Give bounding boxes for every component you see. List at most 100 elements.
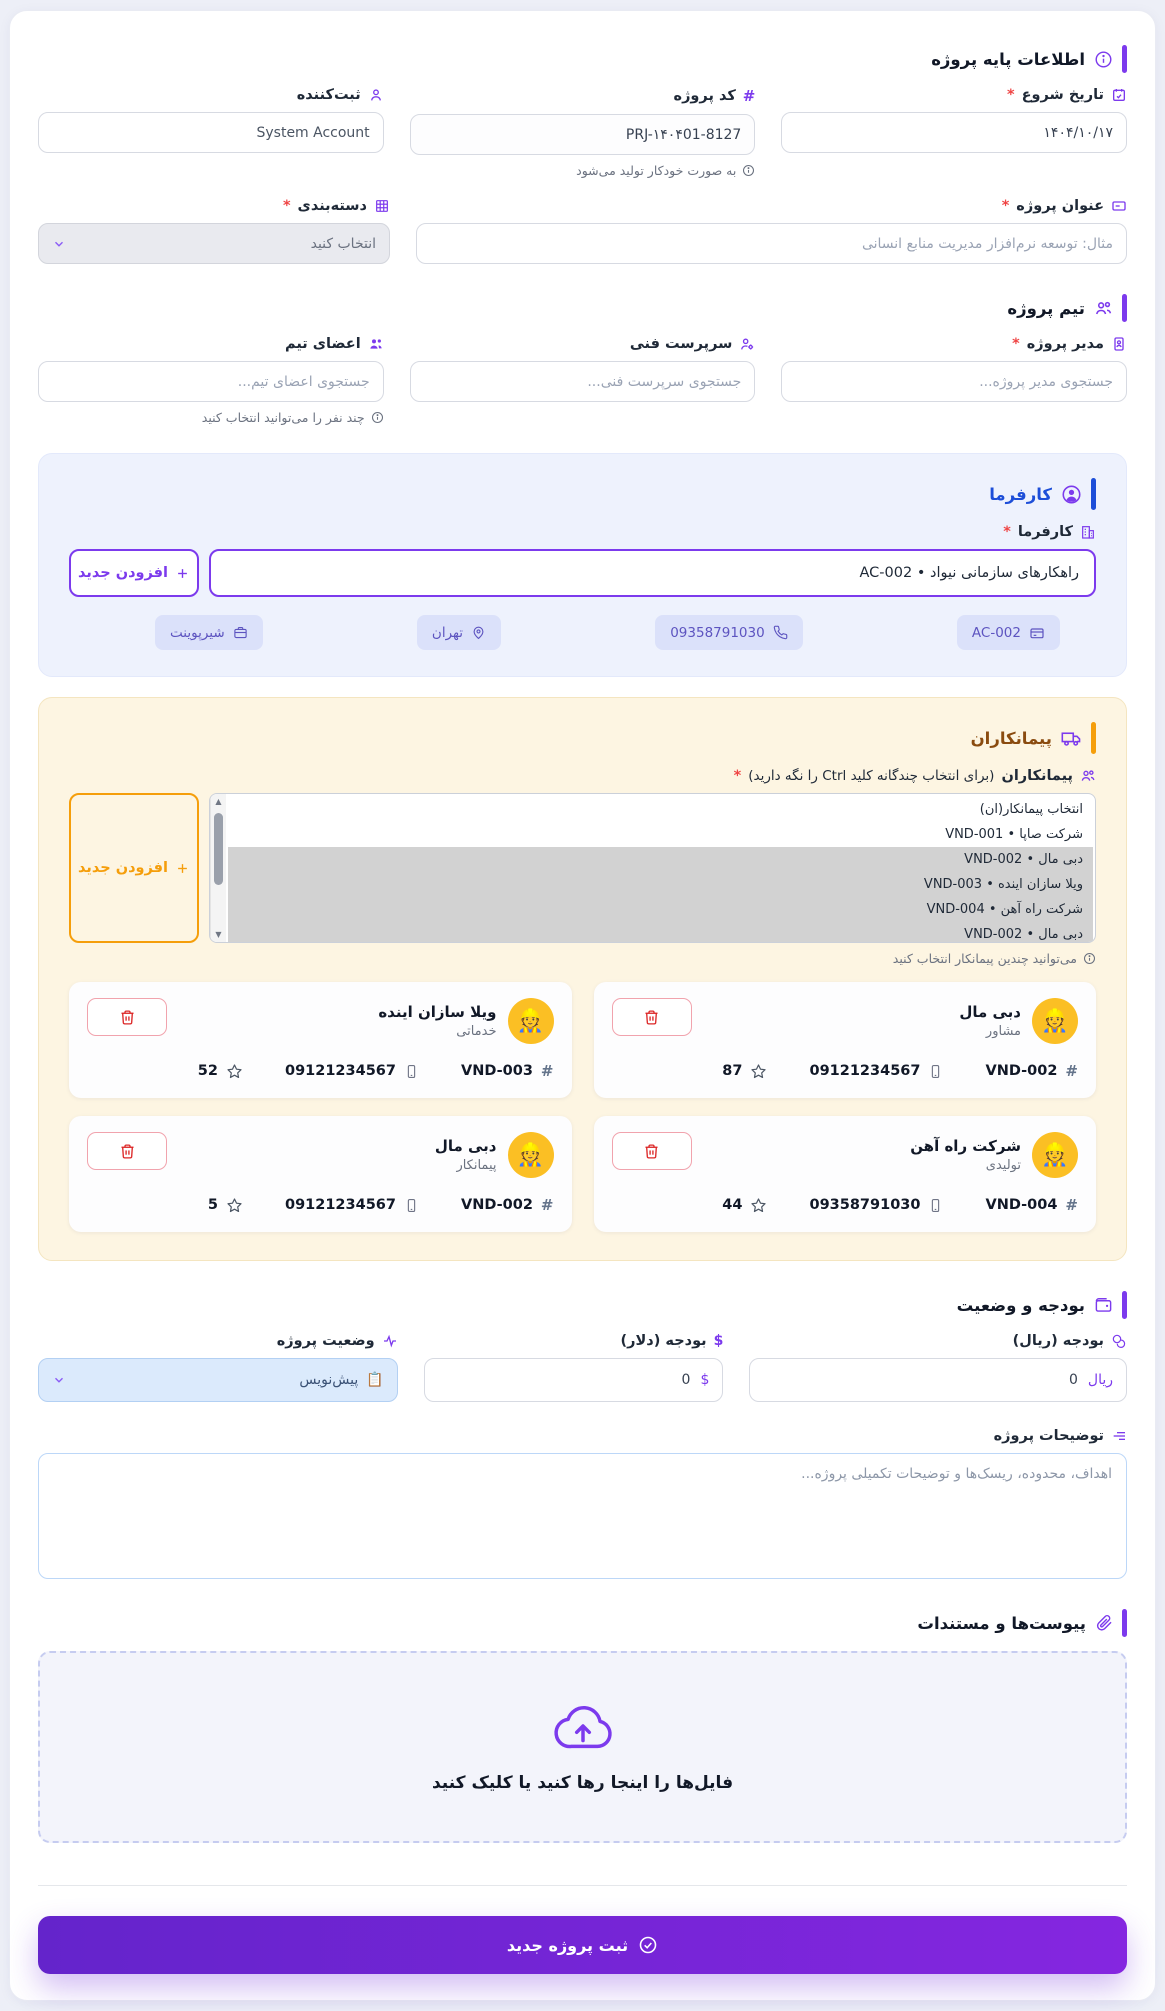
scroll-up-arrow[interactable]: ▲ [211,794,226,809]
project-manager-label: مدیر پروژه [1026,336,1104,352]
contractor-option[interactable]: انتخاب پیمانکار(ان) [228,797,1093,822]
mobile-icon [928,1064,943,1079]
tech-supervisor-label: سرپرست فنی [629,336,733,352]
section-basic-info: اطلاعات پایه پروژه [38,45,1127,73]
field-project-title: عنوان پروژه * [416,198,1127,264]
required-asterisk: * [1001,198,1010,214]
budget-rial-label: بودجه (ریال) [1012,1333,1104,1349]
grid-icon [374,198,390,214]
budget-rial-input[interactable]: ریال 0 [749,1358,1127,1402]
client-city-chip: تهران [416,615,501,650]
submit-project-button[interactable]: ثبت پروژه جدید [38,1916,1127,1974]
info-icon [742,164,755,177]
section-accent-bar [1122,1291,1127,1319]
field-project-code: # کد پروژه PRJ-۱۴۰۴01-8127 به صورت خودکا… [409,87,756,178]
hash-icon: # [1065,1062,1078,1080]
contractors-label: پیمانکاران [1001,768,1073,784]
required-asterisk: * [1012,336,1020,352]
map-pin-icon [471,625,486,640]
contractors-label-note: (برای انتخاب چندگانه کلید Ctrl را نگه دا… [748,768,995,784]
trash-icon [645,1143,658,1159]
list-lines-icon [1111,1428,1127,1444]
contractor-option[interactable]: شرکت صاپا • VND-001 [228,822,1093,847]
contractor-option[interactable]: دبی مال • VND-002 [228,922,1093,942]
scrollbar-track[interactable] [211,809,226,927]
tech-supervisor-input[interactable] [409,361,756,402]
credit-card-icon [1029,625,1045,641]
contractors-multiselect[interactable]: انتخاب پیمانکار(ان) شرکت صاپا • VND-001 … [209,793,1096,943]
field-budget-dollar: $ بودجه (دلار) $ 0 [423,1333,724,1402]
contractor-code: # VND-003 [460,1062,554,1080]
delete-contractor-button[interactable] [611,998,692,1036]
section-contractors: پیمانکاران [69,722,1096,754]
field-description: توضیحات پروژه [38,1428,1127,1583]
project-status-select[interactable]: 📋 پیش‌نویس [38,1358,398,1402]
category-label: دسته‌بندی [297,198,367,214]
section-attachments: پیوست‌ها و مستندات [38,1609,1127,1637]
category-select[interactable]: انتخاب کنید [38,223,390,264]
user-icon [368,87,384,103]
clipboard-emoji: 📋 [366,1372,384,1388]
contractor-card: 👷 ویلا سازان اینده خدماتی # VND-003 0912… [69,982,572,1098]
dollar-icon: $ [713,1333,724,1349]
contractor-option[interactable]: شرکت راه آهن • VND-004 [228,897,1093,922]
delete-contractor-button[interactable] [87,1132,167,1170]
team-members-input[interactable] [38,361,384,402]
client-info-chips: AC-002 09358791030 تهران شیرپوینت [155,615,1060,650]
delete-contractor-button[interactable] [87,998,167,1036]
client-section-box: کارفرما کارفرما * راهکارهای سازمانی نیوا… [38,453,1127,677]
client-industry-chip: شیرپوینت [155,615,263,650]
contractor-options-list: انتخاب پیمانکار(ان) شرکت صاپا • VND-001 … [226,794,1095,942]
client-select[interactable]: راهکارهای سازمانی نیواد • AC-002 [209,549,1096,597]
pulse-icon [382,1333,398,1349]
chevron-down-icon [52,237,66,251]
description-textarea[interactable] [38,1453,1127,1579]
field-project-manager: مدیر پروژه * [781,336,1127,425]
budget-dollar-input[interactable]: $ 0 [423,1358,724,1402]
contractor-code: # VND-002 [460,1196,554,1214]
contractor-add-new-button[interactable]: افزودن جدید [69,793,199,943]
contractor-option[interactable]: ویلا سازان اینده • VND-003 [228,872,1093,897]
scrollbar-thumb[interactable] [214,813,223,885]
contractor-avatar: 👷 [1032,1132,1078,1178]
section-accent-bar [1091,478,1096,510]
contractor-phone: 09358791030 [809,1197,943,1213]
check-circle-icon [638,1935,658,1955]
field-tech-supervisor: سرپرست فنی [409,336,756,425]
project-form-card: اطلاعات پایه پروژه تاریخ شروع * ۱۴۰۴/۱۰/… [9,10,1156,2001]
contractor-name: دبی مال [959,1003,1021,1021]
section-title: تیم پروژه [1007,298,1085,318]
chevron-down-icon [52,1373,66,1387]
description-label: توضیحات پروژه [993,1428,1104,1444]
contractor-cards-grid: 👷 دبی مال مشاور # VND-002 09121234567 87… [69,982,1096,1232]
contractor-avatar: 👷 [507,998,554,1044]
section-accent-bar [1122,45,1127,73]
project-code-hint: به صورت خودکار تولید می‌شود [576,163,737,178]
field-budget-rial: بودجه (ریال) ریال 0 [749,1333,1127,1402]
contractor-option[interactable]: دبی مال • VND-002 [228,847,1093,872]
divider [38,1885,1127,1886]
contractors-section-box: پیمانکاران پیمانکاران (برای انتخاب چندگا… [38,697,1127,1261]
scrollbar[interactable]: ▲ ▼ [210,794,226,942]
hash-icon: # [540,1062,554,1080]
project-title-input[interactable] [416,223,1127,264]
start-date-input[interactable]: ۱۴۰۴/۱۰/۱۷ [781,112,1127,153]
scroll-down-arrow[interactable]: ▼ [211,927,226,942]
field-registrar: ثبت‌کننده System Account [38,87,384,178]
info-icon [371,411,384,424]
project-manager-input[interactable] [781,361,1127,402]
trash-icon [120,1143,134,1159]
project-title-label: عنوان پروژه [1016,198,1104,214]
phone-icon [773,625,788,640]
info-icon [1083,952,1096,965]
mobile-icon [928,1198,943,1213]
contractor-phone: 09121234567 [285,1197,419,1213]
client-add-new-button[interactable]: افزودن جدید [69,549,199,597]
client-phone-chip: 09358791030 [655,615,803,650]
section-title: پیوست‌ها و مستندات [917,1613,1086,1633]
file-dropzone[interactable]: فایل‌ها را اینجا رها کنید یا کلیک کنید [38,1651,1127,1843]
delete-contractor-button[interactable] [611,1132,692,1170]
user-gear-icon [739,336,755,352]
hash-icon: # [540,1196,554,1214]
contractor-code: # VND-002 [985,1062,1078,1080]
